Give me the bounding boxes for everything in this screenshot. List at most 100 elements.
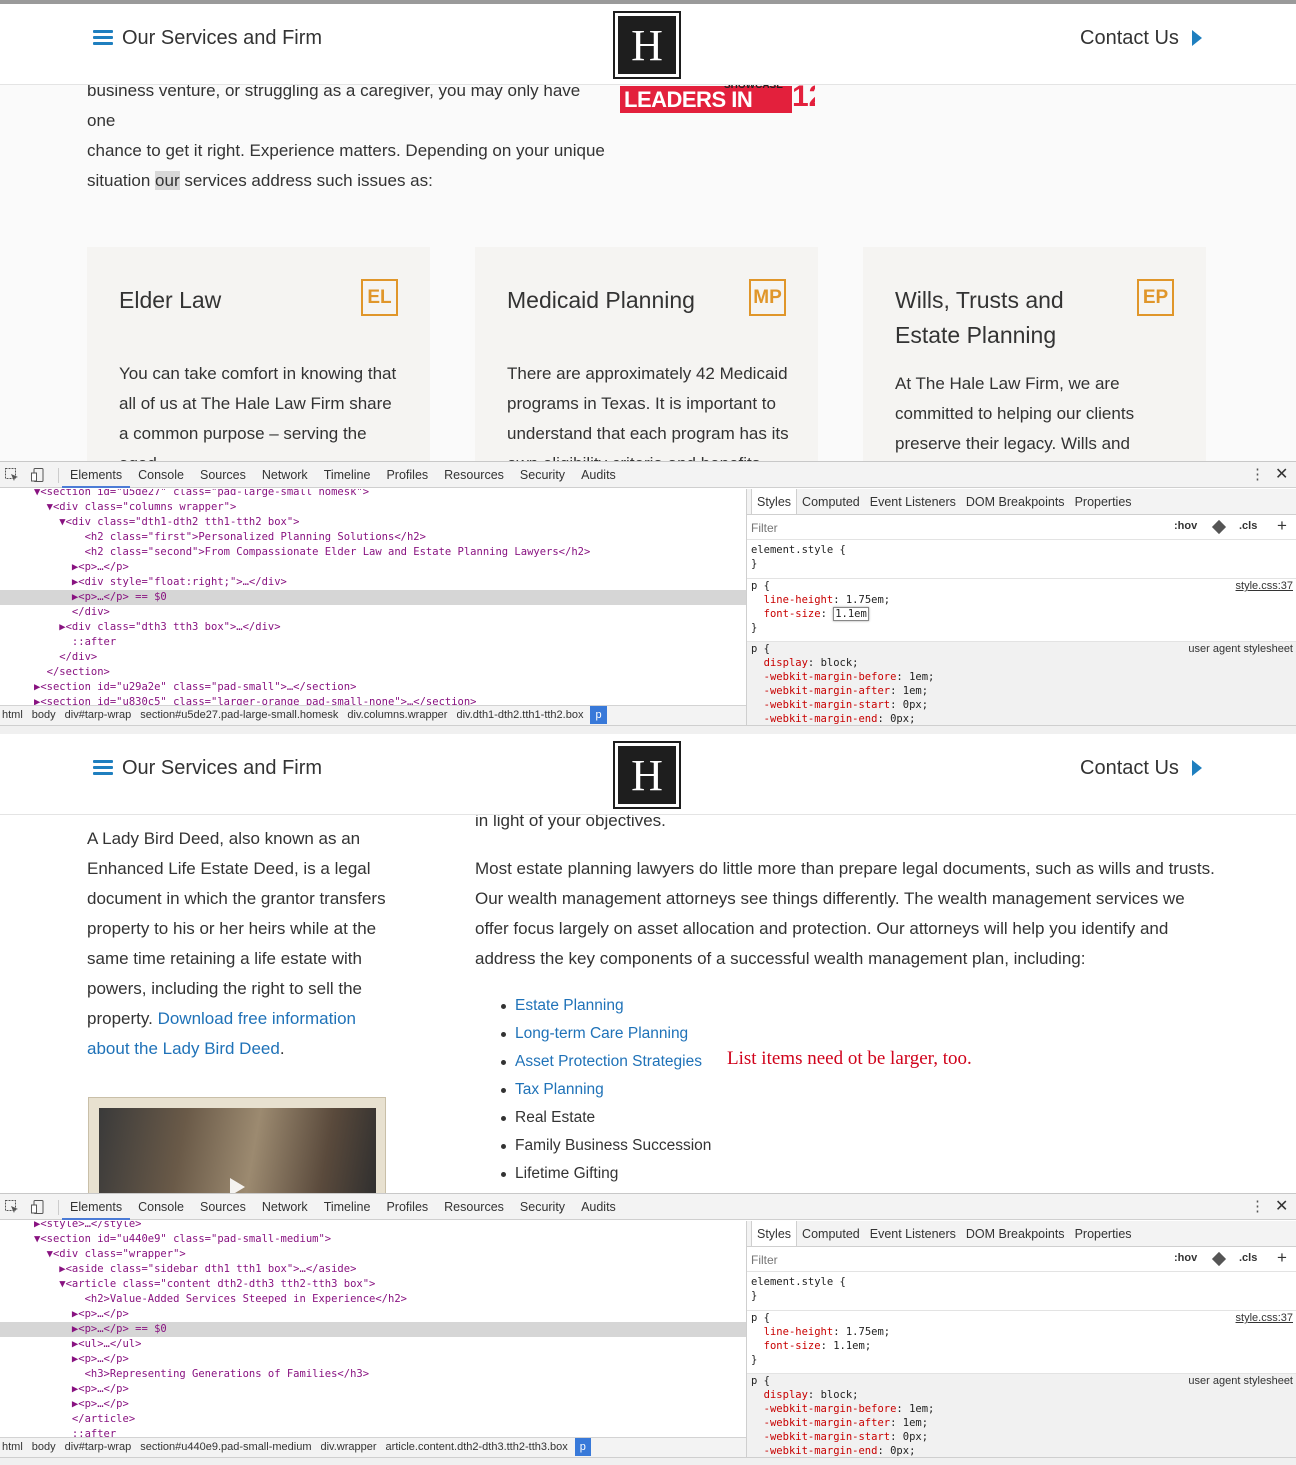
breadcrumb-item[interactable]: p — [574, 1438, 591, 1456]
dom-node[interactable]: </article> — [0, 1412, 746, 1427]
devtools-tab-audits[interactable]: Audits — [573, 1194, 624, 1220]
breadcrumb-item[interactable]: body — [30, 706, 63, 724]
devtools-tab-network[interactable]: Network — [254, 1194, 316, 1220]
sidebar-tab-computed[interactable]: Computed — [797, 489, 865, 514]
video-thumbnail[interactable] — [88, 1097, 386, 1207]
dom-node[interactable]: ▶<div class="dth3 tth3 box">…</div> — [0, 620, 746, 635]
dom-node[interactable]: ▶<section id="u830c5" class="larger-oran… — [0, 695, 746, 705]
firm-logo[interactable]: H — [613, 741, 681, 809]
dom-node[interactable]: ▼<div class="wrapper"> — [0, 1247, 746, 1262]
dom-node[interactable]: ::after — [0, 1427, 746, 1437]
css-declaration[interactable]: line-height: 1.75em; — [751, 593, 1296, 607]
dom-node[interactable]: ▶<style>…</style> — [0, 1221, 746, 1232]
breadcrumb-item[interactable]: div.columns.wrapper — [345, 706, 454, 724]
class-toggle[interactable]: .cls — [1239, 1252, 1257, 1264]
css-declaration[interactable]: line-height: 1.75em; — [751, 1325, 1296, 1339]
devtools-tab-elements[interactable]: Elements — [62, 462, 131, 488]
dom-node[interactable]: ▶<aside class="sidebar dth1 tth1 box">…<… — [0, 1262, 746, 1277]
firm-logo[interactable]: H — [613, 11, 681, 79]
breadcrumb-item[interactable]: body — [30, 1438, 63, 1456]
new-rule-button[interactable]: + — [1277, 516, 1287, 536]
hover-state-toggle[interactable]: :hov — [1174, 1252, 1197, 1264]
color-format-icon[interactable] — [1211, 1251, 1227, 1267]
sidebar-tab-styles[interactable]: Styles — [751, 1221, 798, 1246]
devtools-tab-elements[interactable]: Elements — [62, 1194, 131, 1220]
dom-node[interactable]: ▼<article class="content dth2-dth3 tth2-… — [0, 1277, 746, 1292]
service-link[interactable]: Long-term Care Planning — [515, 1025, 688, 1042]
devtools-tab-profiles[interactable]: Profiles — [378, 1194, 436, 1220]
hover-state-toggle[interactable]: :hov — [1174, 520, 1197, 532]
services-menu-button[interactable]: Our Services and Firm — [93, 25, 322, 51]
dom-node[interactable]: ▼<div class="dth1-dth2 tth1-tth2 box"> — [0, 515, 746, 530]
breadcrumb-item[interactable]: p — [590, 706, 607, 724]
more-options-icon[interactable]: ⋮ — [1250, 1197, 1265, 1217]
css-declaration[interactable]: font-size: 1.1em; — [751, 1339, 1296, 1353]
devtools-tab-security[interactable]: Security — [512, 462, 573, 488]
css-declaration-editing[interactable]: font-size: 1.1em — [751, 607, 1296, 621]
dom-node[interactable]: </section> — [0, 665, 746, 680]
class-toggle[interactable]: .cls — [1239, 520, 1257, 532]
dom-node[interactable]: ▶<p>…</p> == $0 — [0, 1322, 746, 1337]
more-options-icon[interactable]: ⋮ — [1250, 465, 1265, 485]
dom-node[interactable]: ▶<div style="float:right;">…</div> — [0, 575, 746, 590]
styles-filter-input[interactable] — [751, 519, 1131, 536]
dom-node[interactable]: ▶<p>…</p> — [0, 1397, 746, 1412]
service-card-medicaid[interactable]: Medicaid Planning MP There are approxima… — [475, 247, 818, 473]
dom-node[interactable]: ▶<p>…</p> — [0, 1382, 746, 1397]
sidebar-tab-properties[interactable]: Properties — [1070, 489, 1137, 514]
service-card-elder-law[interactable]: Elder Law EL You can take comfort in kno… — [87, 247, 430, 473]
css-value-editor[interactable]: 1.1em — [833, 607, 869, 621]
sidebar-tab-computed[interactable]: Computed — [797, 1221, 865, 1246]
devtools-tab-profiles[interactable]: Profiles — [378, 462, 436, 488]
service-link[interactable]: Estate Planning — [515, 997, 624, 1014]
devtools-tab-resources[interactable]: Resources — [436, 1194, 512, 1220]
dom-node[interactable]: <h2>Value-Added Services Steeped in Expe… — [0, 1292, 746, 1307]
breadcrumb-item[interactable]: article.content.dth2-dth3.tth2-tth3.box — [384, 1438, 575, 1456]
sidebar-tab-dom-breakpoints[interactable]: DOM Breakpoints — [961, 489, 1070, 514]
dom-node[interactable]: ▶<p>…</p> — [0, 1307, 746, 1322]
sidebar-tab-styles[interactable]: Styles — [751, 489, 798, 514]
breadcrumb-item[interactable]: div#tarp-wrap — [63, 1438, 139, 1456]
list-item[interactable]: Estate Planning — [501, 992, 775, 1020]
contact-us-link[interactable]: Contact Us — [1080, 25, 1202, 51]
dom-node[interactable]: ::after — [0, 635, 746, 650]
services-menu-button[interactable]: Our Services and Firm — [93, 755, 322, 781]
devtools-tab-sources[interactable]: Sources — [192, 462, 254, 488]
contact-us-link[interactable]: Contact Us — [1080, 755, 1202, 781]
inspect-element-icon[interactable] — [4, 467, 20, 483]
list-item[interactable]: Tax Planning — [501, 1076, 775, 1104]
breadcrumb-item[interactable]: section#u5de27.pad-large-small.homesk — [138, 706, 345, 724]
breadcrumb-item[interactable]: section#u440e9.pad-small-medium — [138, 1438, 318, 1456]
close-icon[interactable]: ✕ — [1275, 1197, 1289, 1217]
source-link[interactable]: style.css:37 — [1236, 1311, 1293, 1325]
new-rule-button[interactable]: + — [1277, 1248, 1287, 1268]
devtools-tab-timeline[interactable]: Timeline — [316, 1194, 379, 1220]
close-icon[interactable]: ✕ — [1275, 465, 1289, 485]
device-mode-icon[interactable] — [30, 467, 46, 483]
dom-node[interactable]: ▶<ul>…</ul> — [0, 1337, 746, 1352]
service-link[interactable]: Asset Protection Strategies — [515, 1053, 702, 1070]
devtools-tab-console[interactable]: Console — [130, 1194, 192, 1220]
breadcrumb-item[interactable]: div.wrapper — [319, 1438, 384, 1456]
devtools-tab-console[interactable]: Console — [130, 462, 192, 488]
dom-node[interactable]: ▶<p>…</p> == $0 — [0, 590, 746, 605]
sidebar-tab-properties[interactable]: Properties — [1070, 1221, 1137, 1246]
sidebar-tab-dom-breakpoints[interactable]: DOM Breakpoints — [961, 1221, 1070, 1246]
dom-node[interactable]: </div> — [0, 605, 746, 620]
devtools-tab-security[interactable]: Security — [512, 1194, 573, 1220]
dom-node[interactable]: ▼<section id="u5de27" class="pad-large-s… — [0, 489, 746, 500]
breadcrumb-item[interactable]: html — [0, 1438, 30, 1456]
dom-node[interactable]: <h3>Representing Generations of Families… — [0, 1367, 746, 1382]
breadcrumb-item[interactable]: div#tarp-wrap — [63, 706, 139, 724]
dom-node[interactable]: ▼<div class="columns wrapper"> — [0, 500, 746, 515]
dom-node[interactable]: ▶<p>…</p> — [0, 560, 746, 575]
sidebar-tab-event-listeners[interactable]: Event Listeners — [865, 489, 961, 514]
dom-node[interactable]: ▶<section id="u29a2e" class="pad-small">… — [0, 680, 746, 695]
devtools-tab-audits[interactable]: Audits — [573, 462, 624, 488]
devtools-tab-timeline[interactable]: Timeline — [316, 462, 379, 488]
devtools-tab-network[interactable]: Network — [254, 462, 316, 488]
list-item[interactable]: Long-term Care Planning — [501, 1020, 775, 1048]
dom-node[interactable]: ▶<p>…</p> — [0, 1352, 746, 1367]
breadcrumb-item[interactable]: div.dth1-dth2.tth1-tth2.box — [454, 706, 590, 724]
service-link[interactable]: Tax Planning — [515, 1081, 604, 1098]
